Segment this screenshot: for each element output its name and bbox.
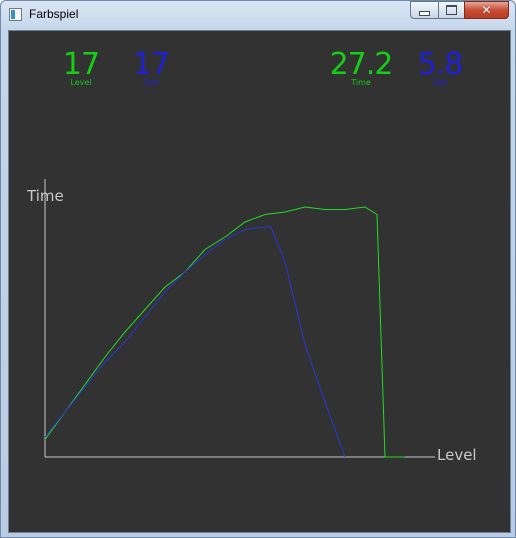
close-button[interactable]: ✕ <box>464 1 509 19</box>
game-canvas[interactable]: 17 Level 17 Zeit 27.2 Time 5.8 Zeit Time… <box>8 30 511 533</box>
minimize-icon <box>419 10 430 16</box>
close-icon: ✕ <box>481 3 492 17</box>
title-bar[interactable]: Farbspiel ✕ <box>1 1 515 29</box>
app-icon <box>9 8 22 21</box>
window-title: Farbspiel <box>29 7 79 21</box>
app-window: Farbspiel ✕ 17 Level 17 Zeit 27.2 Time 5… <box>0 0 516 538</box>
minimize-button[interactable] <box>410 1 438 19</box>
maximize-button[interactable] <box>438 1 464 19</box>
maximize-icon <box>446 5 457 15</box>
caption-buttons: ✕ <box>410 1 509 20</box>
series-line-1 <box>44 206 405 458</box>
time-chart <box>44 179 435 458</box>
